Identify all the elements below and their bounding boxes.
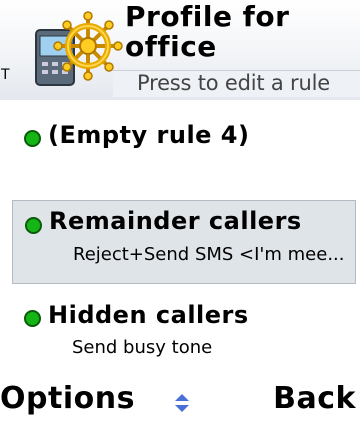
title-line-1: Profile for xyxy=(125,0,290,33)
navi-hint: Press to edit a rule xyxy=(137,71,330,95)
rule-title: Remainder callers xyxy=(49,207,302,235)
page-title: Profile for office xyxy=(125,2,355,62)
phone-with-ship-wheel-icon xyxy=(35,11,123,86)
list-item[interactable]: (Empty rule 4) xyxy=(0,100,360,180)
signal-indicator: T xyxy=(1,67,10,83)
list-item[interactable]: Hidden callers Send busy tone xyxy=(0,296,360,370)
status-dot-icon xyxy=(24,130,41,147)
status-dot-icon xyxy=(25,217,42,234)
rule-title: Hidden callers xyxy=(48,301,249,329)
scroll-arrows-icon xyxy=(175,394,189,412)
status-dot-icon xyxy=(24,310,41,327)
list-item-selected[interactable]: Remainder callers Reject+Send SMS <I'm m… xyxy=(12,200,356,284)
rule-title: (Empty rule 4) xyxy=(48,121,250,149)
rule-subtitle: Reject+Send SMS <I'm mee... xyxy=(73,244,345,265)
back-softkey[interactable]: Back xyxy=(273,380,356,418)
softkey-bar: Options Back xyxy=(0,372,360,425)
options-softkey[interactable]: Options xyxy=(0,380,135,418)
title-line-2: office xyxy=(125,30,217,63)
rule-subtitle: Send busy tone xyxy=(72,337,213,358)
title-pane: Profile for office T Press to edit a rul… xyxy=(0,0,360,100)
